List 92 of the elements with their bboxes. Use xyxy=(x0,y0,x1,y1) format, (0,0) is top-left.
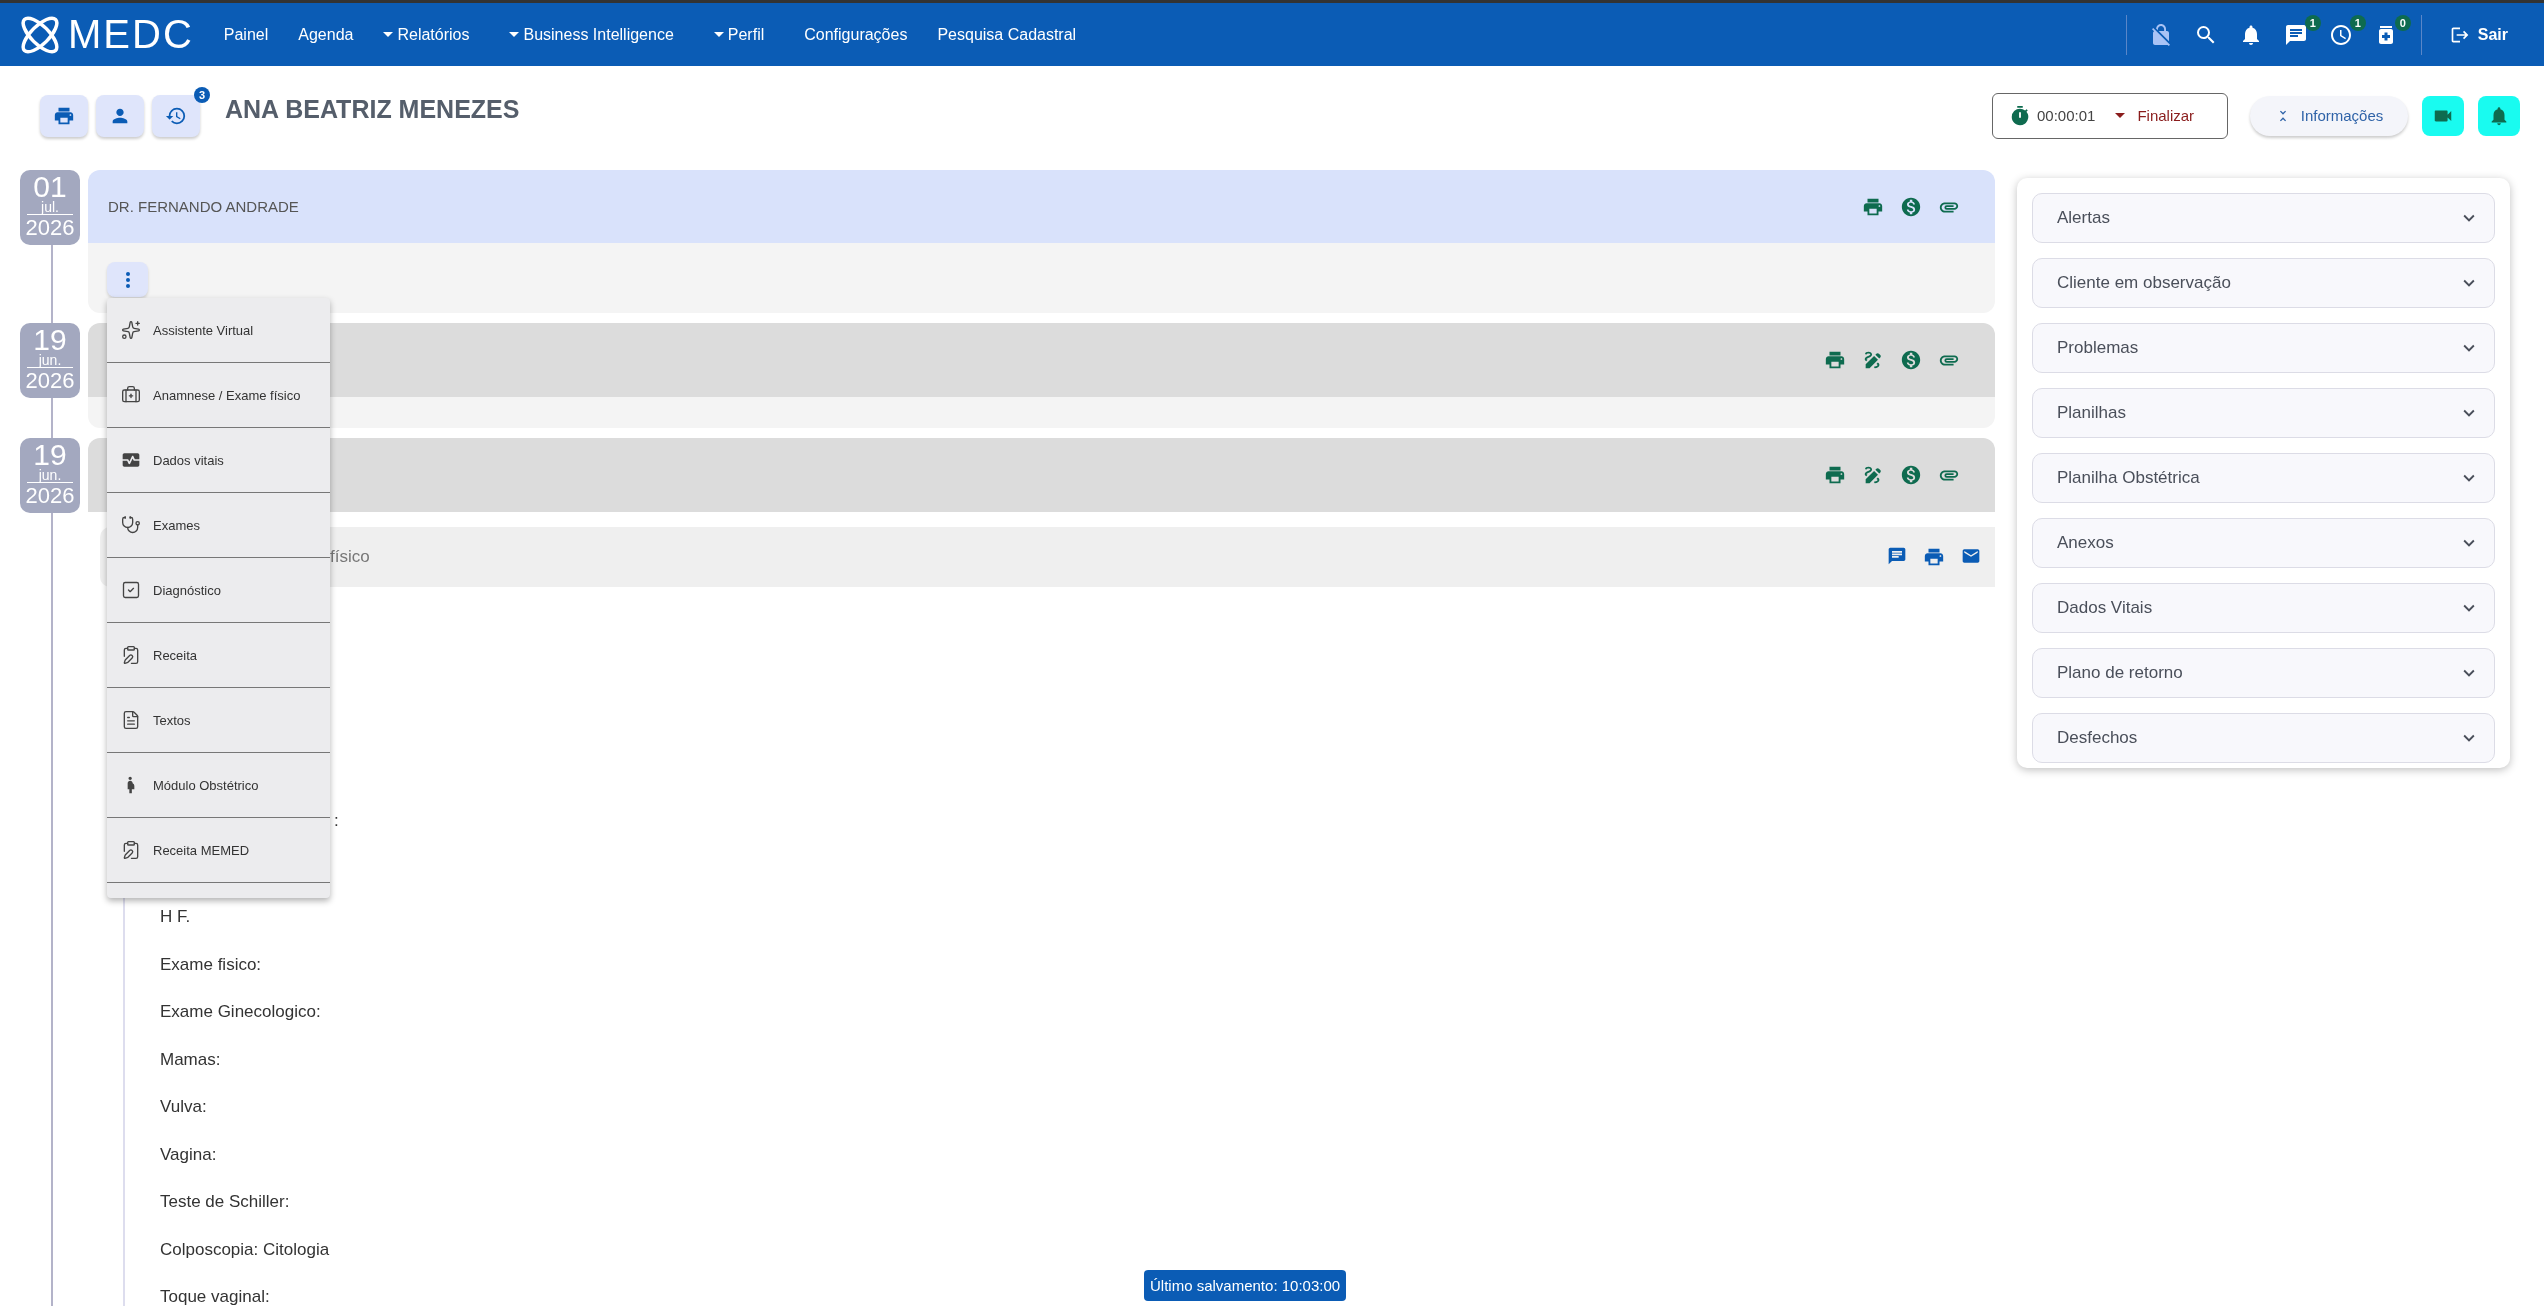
medical-kit-icon xyxy=(121,385,141,405)
dollar-icon xyxy=(1900,464,1922,486)
mail-icon xyxy=(1961,546,1981,566)
tool-button[interactable] xyxy=(40,94,88,137)
pencil-icon xyxy=(1862,464,1884,486)
stopwatch-icon xyxy=(2009,104,2031,127)
accordion-header[interactable]: Dados Vitais xyxy=(2032,583,2495,633)
nav-icon-button[interactable]: 1 xyxy=(2273,14,2319,55)
note-line: Exame Ginecologico: xyxy=(160,1001,321,1023)
doctor-name: DR. FERNANDO ANDRADE xyxy=(108,198,299,215)
nav-link[interactable]: Perfil xyxy=(713,25,765,44)
bell-button[interactable] xyxy=(2478,95,2520,136)
note-line: Toque vaginal: xyxy=(160,1286,270,1306)
comment-icon xyxy=(1887,546,1907,566)
logo-text: MEDC xyxy=(68,12,194,57)
sparkles-icon xyxy=(121,320,141,340)
date-day: 19 xyxy=(33,441,67,469)
accordion-header[interactable]: Alertas xyxy=(2032,193,2495,243)
more-button[interactable] xyxy=(107,262,148,297)
patient-name: ANA BEATRIZ MENEZES xyxy=(225,95,520,124)
nav-link[interactable]: Pesquisa Cadastral xyxy=(937,25,1077,44)
note-line: H F. xyxy=(160,906,191,928)
note-line: Mamas: xyxy=(160,1048,221,1071)
more-icon xyxy=(125,271,130,288)
date-month: jun. xyxy=(27,354,73,368)
count-badge: 1 xyxy=(2349,14,2366,31)
date-day: 19 xyxy=(33,326,67,354)
note-text: : xyxy=(334,810,339,832)
clipboard-pen-icon xyxy=(121,840,141,860)
dollar-icon xyxy=(1900,349,1922,371)
accordion-header[interactable]: Problemas xyxy=(2032,323,2495,373)
nav-link[interactable]: Painel xyxy=(223,25,269,44)
count-badge: 3 xyxy=(194,86,210,103)
accordion-header[interactable]: Desfechos xyxy=(2032,713,2495,763)
checkbox-icon xyxy=(121,580,141,600)
note-line: Exame fisico: xyxy=(160,953,262,976)
date-year: 2026 xyxy=(25,215,75,241)
action-button[interactable] xyxy=(1900,195,1922,218)
nav-link[interactable]: Business Intelligence xyxy=(509,25,674,44)
caret-icon xyxy=(2115,113,2126,118)
accordion-header[interactable]: Plano de retorno xyxy=(2032,648,2495,698)
date-day: 01 xyxy=(33,173,67,201)
count-badge: 1 xyxy=(2304,14,2321,31)
nav-link[interactable]: Configurações xyxy=(804,25,908,44)
count-badge: 0 xyxy=(2394,14,2411,31)
nav-link[interactable]: Relatórios xyxy=(383,25,470,44)
heart-monitor-icon xyxy=(121,450,141,470)
action-button[interactable] xyxy=(1824,464,1846,486)
note-line: Teste de Schiller: xyxy=(160,1191,290,1213)
finish-button[interactable]: Finalizar xyxy=(2115,107,2195,124)
timer-text: 00:00:01 xyxy=(2037,107,2096,124)
date-year: 2026 xyxy=(25,368,75,394)
action-button[interactable] xyxy=(1900,464,1922,486)
date-month: jun. xyxy=(27,469,73,483)
stethoscope-icon xyxy=(121,515,141,535)
clipboard-pen-icon xyxy=(121,645,141,665)
menu-item[interactable]: Receita MEMED xyxy=(107,818,330,883)
accordion-header[interactable]: Anexos xyxy=(2032,518,2495,568)
logout-button[interactable]: Sair xyxy=(2443,23,2514,46)
action-button[interactable] xyxy=(1862,349,1884,371)
note-line: Vulva: xyxy=(160,1096,207,1118)
document-icon xyxy=(121,710,141,730)
accordion-header[interactable]: Planilha Obstétrica xyxy=(2032,453,2495,503)
date-month: jul. xyxy=(27,201,73,215)
print-icon xyxy=(1923,546,1945,568)
accordion-header[interactable]: Cliente em observação xyxy=(2032,258,2495,308)
nav-icon-button[interactable]: 1 xyxy=(2318,14,2364,55)
nav-link[interactable]: Agenda xyxy=(298,25,354,44)
menu-item[interactable]: Módulo Obstétrico xyxy=(107,753,330,818)
action-button[interactable] xyxy=(1862,464,1884,486)
tool-button[interactable] xyxy=(152,94,200,137)
note-line: Vagina: xyxy=(160,1143,217,1166)
dollar-icon xyxy=(1900,195,1922,218)
menu-item[interactable]: Receita xyxy=(107,623,330,688)
action-button[interactable] xyxy=(1900,349,1922,371)
chat-icon xyxy=(2284,22,2309,47)
print-icon xyxy=(1824,349,1846,371)
clock-icon xyxy=(2329,22,2354,47)
section-title: físico xyxy=(330,547,370,567)
date-year: 2026 xyxy=(25,483,75,509)
action-button[interactable] xyxy=(1824,349,1846,371)
note-line: Colposcopia: Citologia xyxy=(160,1238,330,1261)
print-icon xyxy=(1824,464,1846,486)
accordion-header[interactable]: Planilhas xyxy=(2032,388,2495,438)
menu-item[interactable]: Textos xyxy=(107,688,330,753)
nav-icon-button[interactable]: 0 xyxy=(2363,14,2409,55)
pencil-icon xyxy=(1862,349,1884,371)
action-button[interactable] xyxy=(1923,546,1945,568)
video-button[interactable] xyxy=(2422,95,2464,136)
save-status: Último salvamento: 10:03:00 xyxy=(1144,1270,1347,1301)
tool-button[interactable] xyxy=(96,94,144,137)
info-button[interactable]: Informações xyxy=(2250,95,2408,136)
